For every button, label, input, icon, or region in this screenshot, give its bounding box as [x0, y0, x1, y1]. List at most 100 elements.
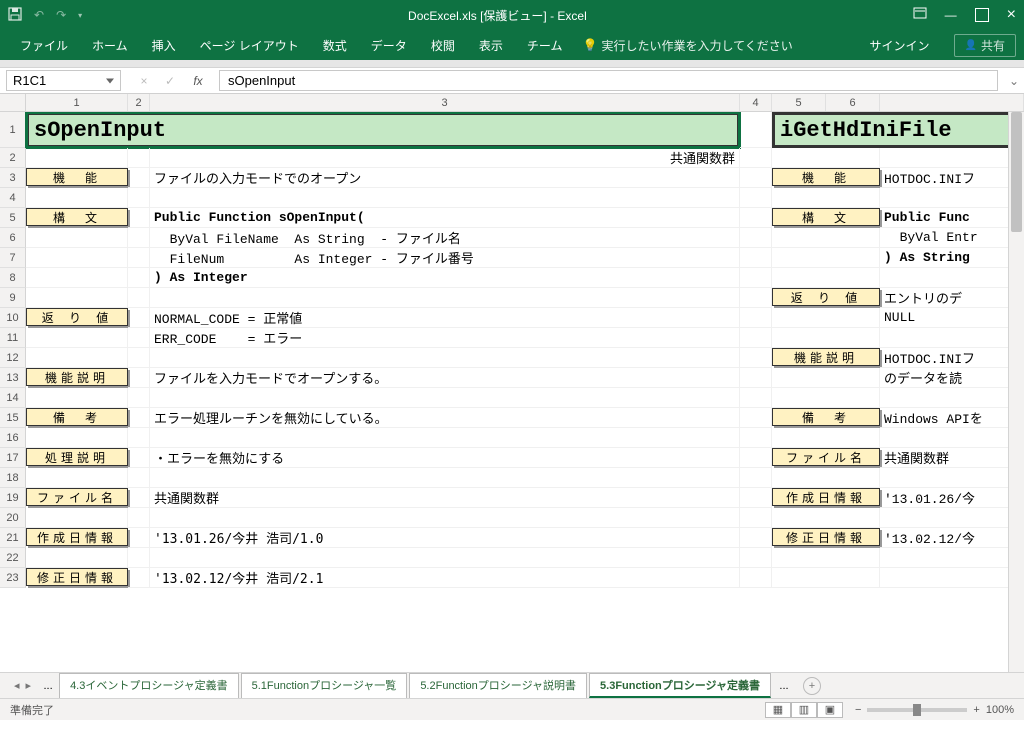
row-header[interactable]: 22: [0, 548, 26, 568]
vertical-scrollbar[interactable]: [1008, 112, 1024, 672]
cell[interactable]: [128, 288, 150, 308]
select-all-corner[interactable]: [0, 94, 26, 111]
section-label[interactable]: 機 能: [772, 168, 880, 186]
row-header[interactable]: 20: [0, 508, 26, 528]
cell[interactable]: [128, 248, 150, 268]
section-label[interactable]: 作成日情報: [26, 528, 128, 546]
cell[interactable]: [128, 368, 150, 388]
cell[interactable]: 共通関数群: [880, 448, 1024, 468]
enter-icon[interactable]: ✓: [162, 74, 178, 88]
cell[interactable]: [26, 188, 128, 208]
cell[interactable]: [740, 228, 772, 248]
cell[interactable]: [128, 328, 150, 348]
column-header[interactable]: 5: [772, 94, 826, 111]
row-header[interactable]: 9: [0, 288, 26, 308]
section-label[interactable]: ファイル名: [26, 488, 128, 506]
cell[interactable]: [880, 508, 1024, 528]
scroll-thumb[interactable]: [1011, 112, 1022, 232]
row-header[interactable]: 3: [0, 168, 26, 188]
section-label[interactable]: 機能説明: [772, 348, 880, 366]
cell[interactable]: [772, 368, 880, 388]
sheet-tab[interactable]: 5.2Functionプロシージャ説明書: [409, 673, 587, 698]
cell[interactable]: ) As Integer: [150, 268, 740, 288]
header-cell-left[interactable]: sOpenInput: [26, 112, 740, 148]
cell[interactable]: [740, 328, 772, 348]
cell[interactable]: [128, 208, 150, 228]
row-header[interactable]: 17: [0, 448, 26, 468]
row-header[interactable]: 10: [0, 308, 26, 328]
cell[interactable]: [128, 488, 150, 508]
cell[interactable]: [880, 428, 1024, 448]
cell[interactable]: NULL: [880, 308, 1024, 328]
cell[interactable]: [740, 248, 772, 268]
row-header[interactable]: 15: [0, 408, 26, 428]
section-label[interactable]: 処理説明: [26, 448, 128, 466]
cell[interactable]: ファイルの入力モードでのオープン: [150, 168, 740, 188]
row-header[interactable]: 19: [0, 488, 26, 508]
cell[interactable]: '13.02.12/今: [880, 528, 1024, 548]
cell[interactable]: [26, 328, 128, 348]
column-header[interactable]: [880, 94, 1024, 111]
cell[interactable]: [740, 528, 772, 548]
row-header[interactable]: 5: [0, 208, 26, 228]
cell[interactable]: [740, 448, 772, 468]
cell[interactable]: [740, 348, 772, 368]
cancel-icon[interactable]: ×: [136, 74, 152, 88]
cell[interactable]: '13.02.12/今井 浩司/2.1: [150, 568, 740, 588]
cell[interactable]: [880, 328, 1024, 348]
ribbon-tab-data[interactable]: データ: [359, 30, 419, 60]
column-header[interactable]: 3: [150, 94, 740, 111]
section-label[interactable]: 修正日情報: [26, 568, 128, 586]
cell[interactable]: [772, 508, 880, 528]
cell[interactable]: [740, 428, 772, 448]
cell[interactable]: HOTDOC.INIフ: [880, 348, 1024, 368]
cell[interactable]: [772, 468, 880, 488]
worksheet-grid[interactable]: 1 2 3 4 5 6 1sOpenInputiGetHdIniFile2共通関…: [0, 94, 1024, 672]
row-header[interactable]: 14: [0, 388, 26, 408]
cell[interactable]: '13.01.26/今: [880, 488, 1024, 508]
cell[interactable]: [128, 508, 150, 528]
cell[interactable]: [740, 148, 772, 168]
cell[interactable]: ERR_CODE = エラー: [150, 328, 740, 348]
cell[interactable]: [128, 408, 150, 428]
save-icon[interactable]: [8, 7, 22, 24]
cell[interactable]: [150, 388, 740, 408]
section-label[interactable]: 返 り 値: [26, 308, 128, 326]
row-header[interactable]: 18: [0, 468, 26, 488]
row-header[interactable]: 13: [0, 368, 26, 388]
zoom-slider[interactable]: [867, 708, 967, 712]
close-icon[interactable]: ×: [1007, 6, 1016, 24]
header-cell-right[interactable]: iGetHdIniFile: [772, 112, 1024, 148]
sheet-overflow-right[interactable]: ...: [773, 680, 795, 692]
ribbon-tab-home[interactable]: ホーム: [80, 30, 140, 60]
section-label[interactable]: 備 考: [26, 408, 128, 426]
cell[interactable]: [772, 388, 880, 408]
cell[interactable]: [26, 428, 128, 448]
cell[interactable]: ) As String: [880, 248, 1024, 268]
cell[interactable]: [740, 112, 772, 148]
section-label[interactable]: ファイル名: [772, 448, 880, 466]
tell-me-search[interactable]: 💡 実行したい作業を入力してください: [582, 37, 792, 54]
cell[interactable]: 共通関数群: [150, 488, 740, 508]
row-header[interactable]: 2: [0, 148, 26, 168]
cell[interactable]: [880, 468, 1024, 488]
ribbon-tab-formulas[interactable]: 数式: [311, 30, 359, 60]
cell[interactable]: [740, 168, 772, 188]
cell[interactable]: [128, 548, 150, 568]
cell[interactable]: [740, 548, 772, 568]
row-header[interactable]: 8: [0, 268, 26, 288]
cell[interactable]: [740, 488, 772, 508]
column-header[interactable]: 6: [826, 94, 880, 111]
fx-icon[interactable]: fx: [188, 74, 208, 88]
section-label[interactable]: 機 能: [26, 168, 128, 186]
cell[interactable]: ByVal Entr: [880, 228, 1024, 248]
cell[interactable]: [740, 468, 772, 488]
cell[interactable]: Windows APIを: [880, 408, 1024, 428]
cell[interactable]: [880, 568, 1024, 588]
sheet-tab[interactable]: 5.3Functionプロシージャ定義書: [589, 673, 771, 698]
cell[interactable]: Public Func: [880, 208, 1024, 228]
grid-rows[interactable]: 1sOpenInputiGetHdIniFile2共通関数群3機 能ファイルの入…: [0, 112, 1024, 672]
cell[interactable]: [26, 548, 128, 568]
ribbon-tab-insert[interactable]: 挿入: [140, 30, 188, 60]
cell[interactable]: [26, 228, 128, 248]
